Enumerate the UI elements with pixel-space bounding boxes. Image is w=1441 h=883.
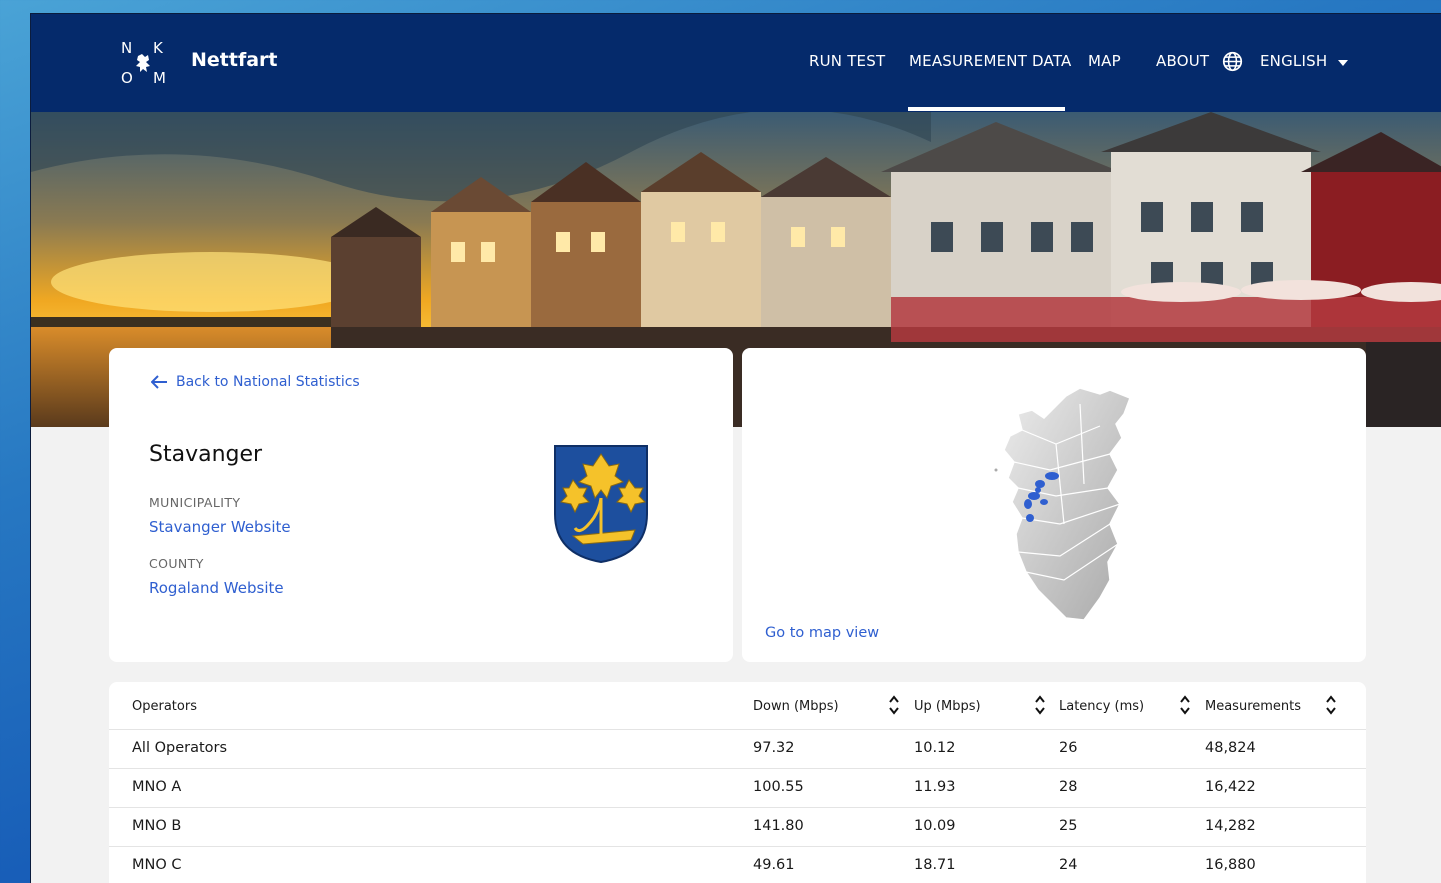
down-value: 97.32: [753, 740, 795, 756]
logo-letter-m: M: [153, 69, 166, 87]
municipality-info-card: Back to National Statistics Stavanger MU…: [109, 348, 733, 662]
county-label: COUNTY: [149, 556, 204, 571]
column-header-down[interactable]: Down (Mbps): [753, 699, 839, 714]
up-value: 10.09: [914, 818, 956, 834]
lion-emblem-icon: [136, 54, 150, 72]
sort-down-icon[interactable]: [888, 694, 900, 716]
nkom-logo[interactable]: N K O M: [119, 39, 169, 89]
chevron-down-icon[interactable]: [1338, 60, 1348, 66]
nav-about[interactable]: ABOUT: [1156, 52, 1209, 70]
table-row[interactable]: MNO B 141.80 10.09 25 14,282: [109, 808, 1366, 847]
measurements-value: 16,422: [1205, 779, 1256, 795]
up-value: 18.71: [914, 857, 956, 873]
table-row[interactable]: MNO A 100.55 11.93 28 16,422: [109, 769, 1366, 808]
logo-letter-n: N: [121, 39, 133, 57]
language-selector[interactable]: ENGLISH: [1260, 52, 1327, 70]
active-nav-indicator: [908, 107, 1065, 111]
measurements-value: 48,824: [1205, 740, 1256, 756]
logo-letter-o: O: [121, 69, 133, 87]
operator-name: All Operators: [132, 740, 228, 756]
county-map-card: Go to map view: [742, 348, 1366, 662]
latency-value: 24: [1059, 857, 1078, 873]
back-to-national-statistics-link[interactable]: Back to National Statistics: [151, 374, 360, 390]
browser-window: N K O M Nettfart RUN TEST MEASUREMENT DA…: [31, 14, 1441, 883]
municipality-label: MUNICIPALITY: [149, 495, 241, 510]
operator-name: MNO B: [132, 818, 182, 834]
rogaland-county-map[interactable]: [960, 384, 1150, 624]
down-value: 141.80: [753, 818, 804, 834]
sort-latency-icon[interactable]: [1179, 694, 1191, 716]
column-header-up[interactable]: Up (Mbps): [914, 699, 981, 714]
up-value: 10.12: [914, 740, 956, 756]
column-header-latency[interactable]: Latency (ms): [1059, 699, 1144, 714]
nav-map[interactable]: MAP: [1088, 52, 1121, 70]
down-value: 49.61: [753, 857, 795, 873]
municipality-website-link[interactable]: Stavanger Website: [149, 518, 291, 536]
operators-table: Operators Down (Mbps) Up (Mbps) Latency …: [109, 682, 1366, 883]
top-navigation-bar: N K O M Nettfart RUN TEST MEASUREMENT DA…: [31, 14, 1441, 112]
nav-run-test[interactable]: RUN TEST: [809, 52, 885, 70]
sort-measurements-icon[interactable]: [1325, 694, 1337, 716]
column-header-operators: Operators: [132, 699, 197, 714]
measurements-value: 14,282: [1205, 818, 1256, 834]
latency-value: 26: [1059, 740, 1078, 756]
go-to-map-view-link[interactable]: Go to map view: [765, 625, 879, 641]
operator-name: MNO A: [132, 779, 182, 795]
municipality-title: Stavanger: [149, 442, 263, 467]
back-link-label: Back to National Statistics: [176, 374, 360, 390]
operator-name: MNO C: [132, 857, 182, 873]
table-header-row: Operators Down (Mbps) Up (Mbps) Latency …: [109, 682, 1366, 730]
logo-letter-k: K: [153, 39, 163, 57]
county-website-link[interactable]: Rogaland Website: [149, 579, 284, 597]
table-row[interactable]: MNO C 49.61 18.71 24 16,880: [109, 847, 1366, 883]
arrow-left-icon: [151, 375, 167, 389]
down-value: 100.55: [753, 779, 804, 795]
up-value: 11.93: [914, 779, 956, 795]
coat-of-arms-icon: [554, 445, 648, 564]
latency-value: 25: [1059, 818, 1078, 834]
latency-value: 28: [1059, 779, 1078, 795]
sort-up-icon[interactable]: [1034, 694, 1046, 716]
globe-icon[interactable]: [1222, 51, 1243, 72]
nav-measurement-data[interactable]: MEASUREMENT DATA: [909, 52, 1072, 70]
brand-name[interactable]: Nettfart: [191, 49, 278, 71]
measurements-value: 16,880: [1205, 857, 1256, 873]
column-header-measurements[interactable]: Measurements: [1205, 699, 1301, 714]
table-row[interactable]: All Operators 97.32 10.12 26 48,824: [109, 730, 1366, 769]
